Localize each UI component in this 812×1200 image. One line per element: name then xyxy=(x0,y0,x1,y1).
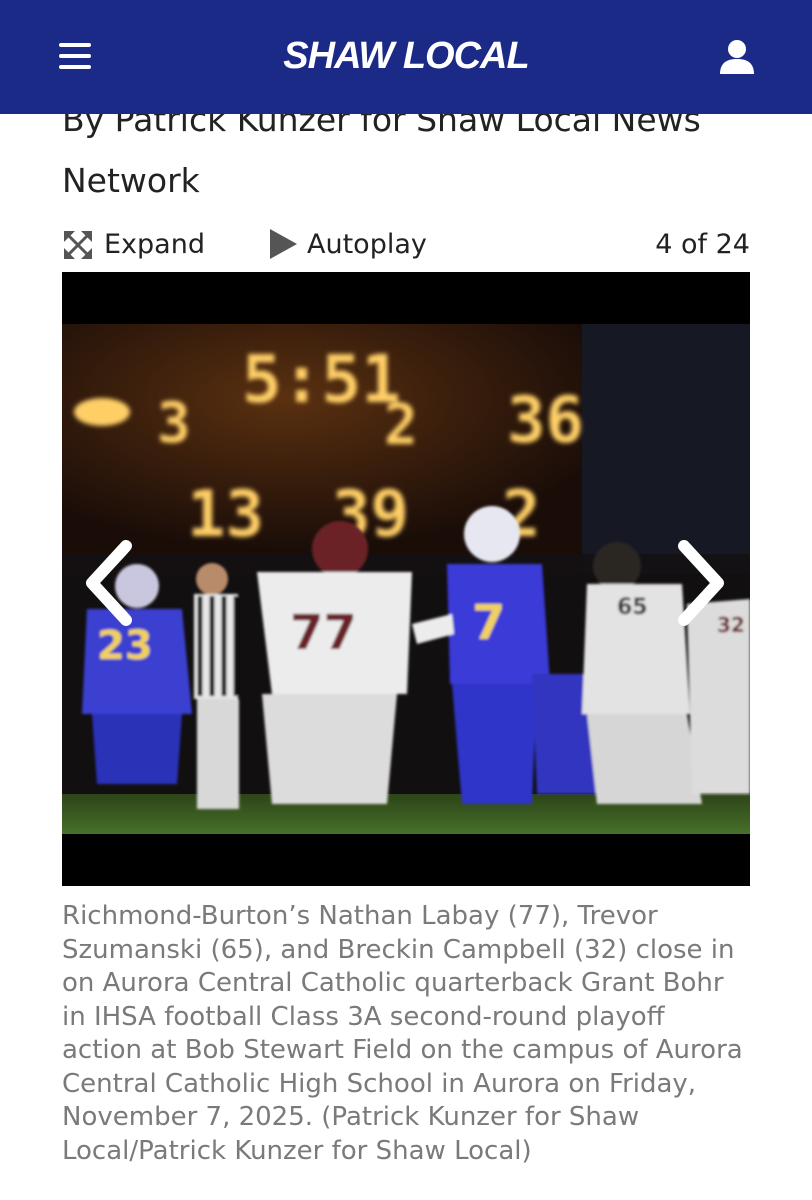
article-byline-line2: Network xyxy=(62,161,200,200)
photo-slideshow: 5:51 3 2 36 13 39 2 23 77 7 65 32 xyxy=(62,272,750,886)
jersey-number-65: 65 xyxy=(617,595,648,620)
slide-counter: 4 of 24 xyxy=(655,229,750,260)
gallery-controls: Expand Autoplay 4 of 24 xyxy=(62,222,750,268)
site-header: SHAW LOCAL xyxy=(0,0,812,114)
jersey-number-7: 7 xyxy=(472,595,505,651)
jersey-number-77: 77 xyxy=(290,605,357,661)
play-icon xyxy=(270,229,297,259)
scoreboard-quarter: 2 xyxy=(384,393,418,458)
expand-icon xyxy=(64,231,92,259)
scoreboard-score-right: 36 xyxy=(507,384,584,458)
expand-label: Expand xyxy=(104,229,205,260)
autoplay-button[interactable]: Autoplay xyxy=(266,222,436,268)
photo-caption: Richmond-Burton’s Nathan Labay (77), Tre… xyxy=(62,901,743,1166)
jersey-number-23: 23 xyxy=(97,623,153,669)
autoplay-label: Autoplay xyxy=(307,229,427,260)
gallery-photo: 5:51 3 2 36 13 39 2 23 77 7 65 32 xyxy=(62,324,750,834)
scoreboard-clock: 5:51 xyxy=(242,341,401,418)
expand-button[interactable]: Expand xyxy=(62,222,212,268)
chevron-left-icon[interactable] xyxy=(80,538,140,628)
site-logo[interactable]: SHAW LOCAL xyxy=(0,32,812,80)
scoreboard-score-left: 3 xyxy=(157,391,191,456)
user-account-icon[interactable] xyxy=(718,38,756,76)
scoreboard-row2-left: 13 xyxy=(187,478,264,552)
chevron-right-icon[interactable] xyxy=(670,538,730,628)
